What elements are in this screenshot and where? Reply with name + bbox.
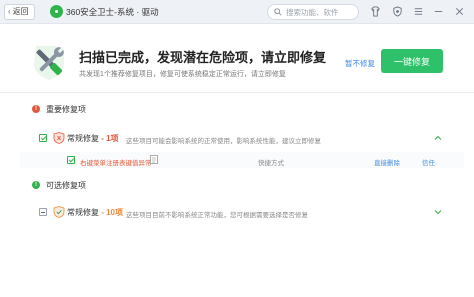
header-divider xyxy=(0,92,474,93)
search-box[interactable] xyxy=(267,4,359,20)
important-group-checkbox[interactable] xyxy=(39,134,47,142)
chevron-up-icon[interactable] xyxy=(434,134,442,142)
shield-check-icon xyxy=(53,206,65,218)
repair-item-name: 右键菜单注册表键值异常 xyxy=(80,160,152,167)
repair-tools-icon xyxy=(34,46,64,80)
optional-group-checkbox[interactable] xyxy=(39,208,47,216)
document-icon[interactable] xyxy=(150,155,158,164)
optional-group-row[interactable]: 常规修复 - 10项 这些项目目前不影响系统正常功能，您可根据需要选择是否修复 xyxy=(20,203,464,221)
important-group-row[interactable]: 常规修复 - 1项 这些项目可能会影响系统的正常使用，影响系统性能，建议立即修复 xyxy=(20,129,464,147)
optional-group-name: 常规修复 - 10项 xyxy=(67,207,123,218)
page-title: 扫描已完成，发现潜在危险项，请立即修复 xyxy=(79,50,327,65)
app-title: 360安全卫士-系统 · 驱动 xyxy=(66,7,159,17)
important-section-title: 重要修复项 xyxy=(46,105,86,114)
search-input[interactable] xyxy=(286,7,356,17)
back-button-label: 返回 xyxy=(12,7,29,16)
page-subtitle: 共发现1个推荐修复项目，修复可使系统稳定正常运行，请立即修复 xyxy=(79,71,286,78)
search-icon xyxy=(274,8,282,16)
menu-icon[interactable] xyxy=(412,5,425,18)
repair-item-checkbox[interactable] xyxy=(67,156,75,164)
warning-icon: ! xyxy=(32,105,40,113)
title-bar: ‹ 返回 360安全卫士-系统 · 驱动 xyxy=(0,0,474,24)
optional-group-count: - 10项 xyxy=(99,208,124,217)
close-icon[interactable] xyxy=(453,5,466,18)
shield-warning-icon xyxy=(53,132,65,144)
app-logo xyxy=(50,5,63,18)
skin-icon[interactable] xyxy=(369,5,382,18)
repair-item-type: 快捷方式 xyxy=(258,160,284,167)
important-group-label: 常规修复 xyxy=(67,134,99,143)
important-group-desc: 这些项目可能会影响系统的正常使用，影响系统性能，建议立即修复 xyxy=(126,138,321,145)
repair-item-row[interactable]: 右键菜单注册表键值异常 快捷方式 直接删除 信任 xyxy=(20,152,464,168)
chevron-left-icon: ‹ xyxy=(8,7,11,16)
minimize-icon[interactable] xyxy=(432,5,445,18)
optional-group-desc: 这些项目目前不影响系统正常功能，您可根据需要选择是否修复 xyxy=(126,212,308,219)
bottom-area xyxy=(0,282,474,297)
trust-link[interactable]: 信任 xyxy=(422,157,435,167)
shield-icon[interactable] xyxy=(391,5,404,18)
optional-section-title: 可选修复项 xyxy=(46,181,86,190)
back-button[interactable]: ‹ 返回 xyxy=(4,4,35,20)
optional-group-label: 常规修复 xyxy=(67,208,99,217)
chevron-down-icon[interactable] xyxy=(434,208,442,216)
delete-link[interactable]: 直接删除 xyxy=(374,157,400,167)
important-group-count: - 1项 xyxy=(99,134,119,143)
important-group-name: 常规修复 - 1项 xyxy=(67,133,119,144)
info-icon: ! xyxy=(32,181,40,189)
skip-fix-link[interactable]: 暂不修复 xyxy=(345,58,375,69)
fix-all-button[interactable]: 一键修复 xyxy=(381,49,443,73)
